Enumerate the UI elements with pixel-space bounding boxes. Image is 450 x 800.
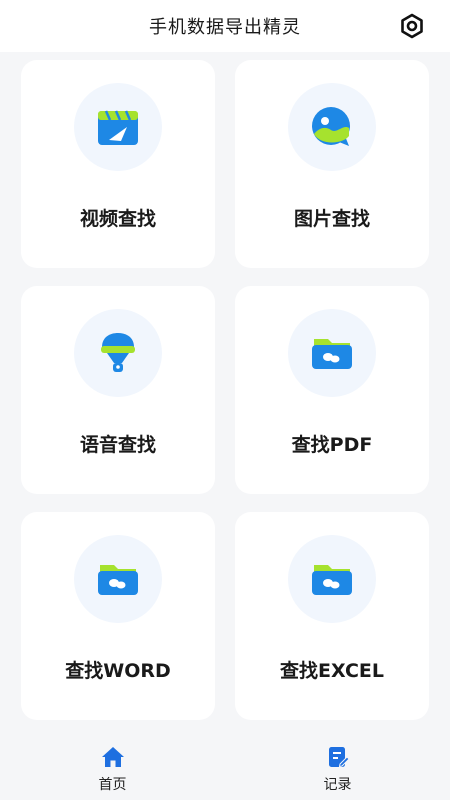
nav-home[interactable]: 首页 [0, 732, 225, 800]
voice-search-label: 语音查找 [79, 434, 156, 456]
voice-icon-badge [74, 309, 162, 397]
word-search-label: 查找WORD [65, 660, 171, 682]
image-search-label: 图片查找 [293, 208, 370, 230]
nav-record[interactable]: 记录 [225, 732, 450, 800]
folder-icon [98, 565, 138, 595]
pdf-icon-badge [288, 309, 376, 397]
record-icon [328, 747, 350, 768]
video-search-label: 视频查找 [79, 208, 156, 230]
settings-button[interactable] [396, 10, 428, 42]
feature-grid: 视频查找 图片查找 语音查找 查找PDF 查找WORD 查找EXCEL [21, 60, 431, 720]
voice-search-card[interactable]: 语音查找 [21, 286, 215, 494]
nav-record-label: 记录 [323, 777, 352, 793]
image-icon-badge [288, 83, 376, 171]
pdf-search-card[interactable]: 查找PDF [235, 286, 429, 494]
home-icon [101, 747, 124, 767]
top-bar: 手机数据导出精灵 [0, 0, 450, 52]
settings-eye-icon [401, 13, 423, 39]
nav-home-label: 首页 [98, 777, 127, 793]
video-icon-badge [74, 83, 162, 171]
folder-icon [312, 339, 352, 369]
page-title: 手机数据导出精灵 [149, 17, 301, 38]
app-screen: 手机数据导出精灵 视频查找 图片查找 语音查找 查找PDF 查找WORD 查找E… [0, 0, 450, 800]
excel-search-label: 查找EXCEL [280, 660, 384, 682]
excel-icon-badge [288, 535, 376, 623]
excel-search-card[interactable]: 查找EXCEL [235, 512, 429, 720]
word-search-card[interactable]: 查找WORD [21, 512, 215, 720]
folder-icon [312, 565, 352, 595]
image-search-card[interactable]: 图片查找 [235, 60, 429, 268]
video-icon [98, 110, 138, 145]
video-search-card[interactable]: 视频查找 [21, 60, 215, 268]
image-icon [312, 107, 350, 146]
pdf-search-label: 查找PDF [291, 434, 373, 456]
bottom-nav: 首页 记录 [0, 732, 450, 800]
voice-icon [101, 333, 135, 372]
word-icon-badge [74, 535, 162, 623]
